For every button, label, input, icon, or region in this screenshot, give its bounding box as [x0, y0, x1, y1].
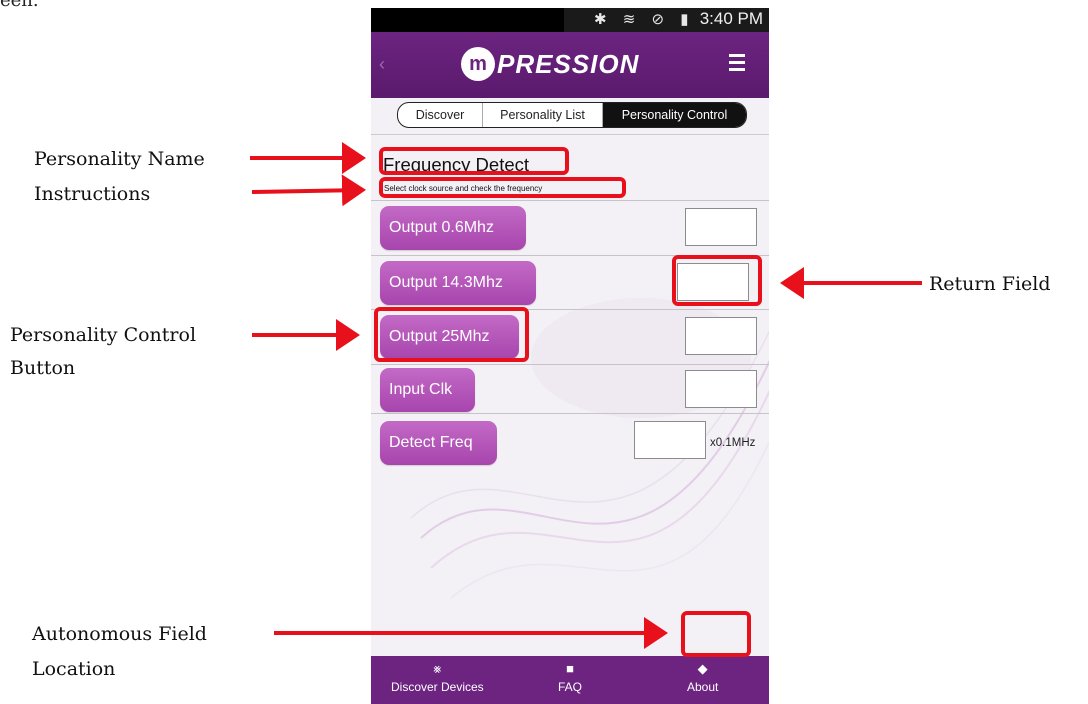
annotation-control-button-line1: Personality Control — [10, 324, 197, 346]
annotation-instructions: Instructions — [34, 183, 151, 205]
cropped-caption-fragment: een. — [0, 0, 39, 11]
return-field[interactable] — [685, 208, 757, 246]
tab-personality-list[interactable]: Personality List — [483, 103, 603, 127]
highlight-instructions — [379, 177, 626, 198]
divider — [371, 134, 769, 135]
input-clk-button[interactable]: Input Clk — [380, 368, 475, 412]
tab-personality-control[interactable]: Personality Control — [603, 103, 746, 127]
divider — [371, 200, 769, 201]
logo-mark: m — [461, 47, 495, 81]
tab-discover[interactable]: Discover — [398, 103, 483, 127]
chip-icon: ■ — [566, 661, 574, 676]
output-0-6mhz-button[interactable]: Output 0.6Mhz — [380, 206, 526, 250]
segmented-tabs: Discover Personality List Personality Co… — [397, 102, 747, 128]
detect-freq-button[interactable]: Detect Freq — [380, 421, 497, 465]
bluetooth-icon: ⨳ — [433, 661, 442, 676]
info-chip-icon: ◆ — [697, 661, 708, 676]
annotation-control-button-line2: Button — [10, 357, 76, 379]
annotation-return-field: Return Field — [929, 273, 1051, 295]
nav-label: About — [687, 680, 719, 694]
logo-text: PRESSION — [497, 48, 640, 79]
return-field[interactable] — [685, 317, 757, 355]
status-bar: ✱ ≋ ⊘ ▮ 3:40 PM — [371, 8, 769, 32]
return-field[interactable] — [634, 421, 706, 459]
divider — [371, 364, 769, 365]
divider — [371, 413, 769, 414]
return-field[interactable] — [685, 370, 757, 408]
nav-about[interactable]: ◆ About — [636, 656, 769, 704]
unit-label: x0.1MHz — [710, 437, 756, 449]
highlight-personality-name — [379, 147, 569, 175]
bottom-nav: ⨳ Discover Devices ■ FAQ ◆ About — [371, 656, 769, 704]
nav-label: FAQ — [558, 680, 583, 694]
highlight-autonomous-field — [681, 611, 751, 657]
highlight-control-button — [374, 307, 529, 362]
mpression-logo: m PRESSION — [461, 46, 639, 82]
app-header: ‹ m PRESSION — [371, 32, 769, 98]
annotation-autonomous-field-line1: Autonomous Field — [32, 623, 207, 645]
highlight-return-field — [672, 255, 762, 306]
back-icon[interactable]: ‹ — [379, 54, 385, 75]
output-14-3mhz-button[interactable]: Output 14.3Mhz — [380, 261, 536, 305]
redacted-status-area — [371, 8, 564, 32]
annotation-autonomous-field-line2: Location — [32, 658, 116, 680]
annotation-personality-name: Personality Name — [34, 148, 205, 170]
nav-faq[interactable]: ■ FAQ — [504, 656, 637, 704]
hamburger-menu-icon[interactable] — [729, 54, 745, 75]
nav-label: Discover Devices — [390, 680, 484, 694]
nav-discover-devices[interactable]: ⨳ Discover Devices — [371, 656, 504, 704]
status-icons: ✱ ≋ ⊘ ▮ — [594, 11, 695, 28]
status-time: 3:40 PM — [699, 9, 763, 28]
